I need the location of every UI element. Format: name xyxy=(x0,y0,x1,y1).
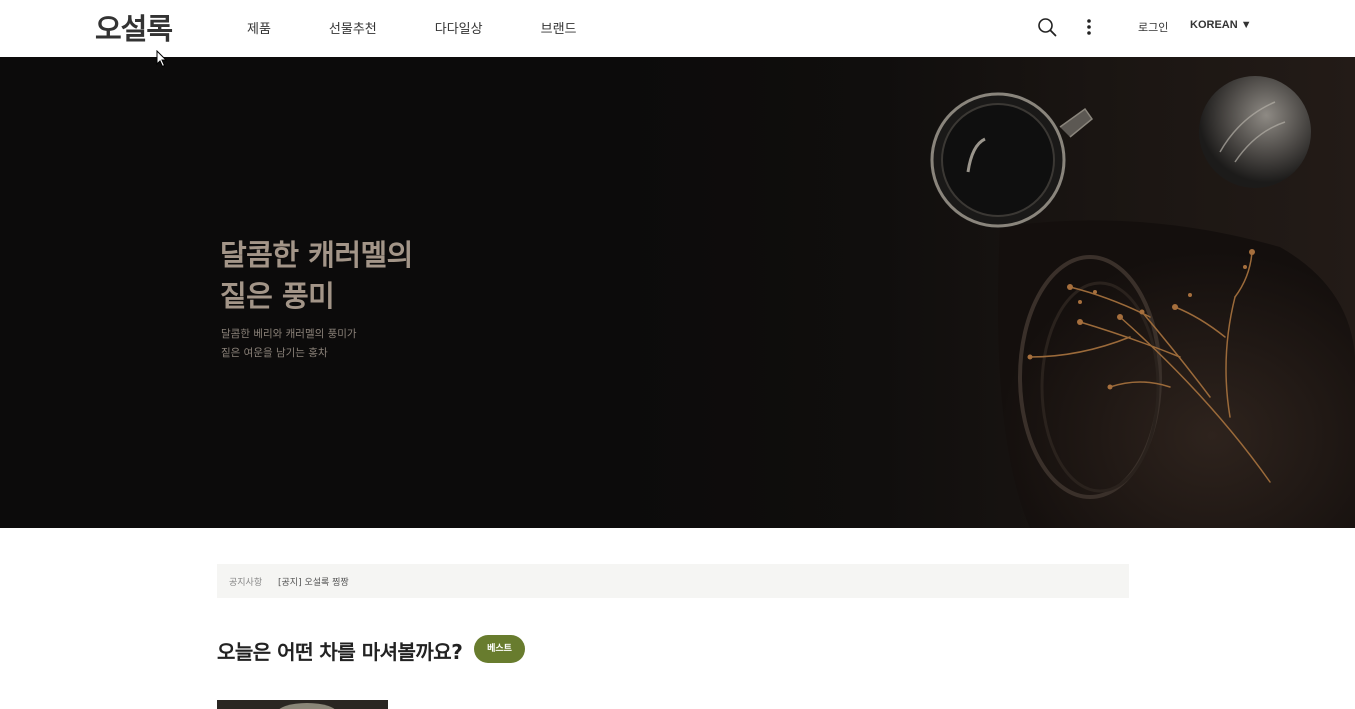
nav-item-products[interactable]: 제품 xyxy=(247,18,271,37)
tea-bowl-image xyxy=(277,703,337,709)
nav-item-gift-recommend[interactable]: 선물추천 xyxy=(329,18,377,37)
teacup-illustration xyxy=(930,76,1355,528)
hero-banner[interactable]: 달콤한 캐러멜의 짙은 풍미 달콤한 베리와 캐러멜의 풍미가 짙은 여운을 남… xyxy=(0,57,1355,528)
hero-title-line: 달콤한 캐러멜의 xyxy=(220,238,413,272)
hero-subtitle: 달콤한 베리와 캐러멜의 풍미가 짙은 여운을 남기는 홍차 xyxy=(221,325,357,363)
site-header: 오설록 제품 선물추천 다다일상 브랜드 로그인 KOREAN ▼ xyxy=(0,0,1355,57)
notice-link[interactable]: [공지] 오설록 찡짱 xyxy=(278,575,349,588)
language-label: KOREAN xyxy=(1190,19,1238,31)
hero-subtitle-line: 짙은 여운을 남기는 홍차 xyxy=(221,347,328,359)
main-nav: 제품 선물추천 다다일상 브랜드 xyxy=(247,18,635,37)
section-title: 오늘은 어떤 차를 마셔볼까요? xyxy=(217,640,463,664)
cursor-icon xyxy=(156,50,168,68)
login-link[interactable]: 로그인 xyxy=(1138,19,1168,35)
notice-bar: 공지사항 [공지] 오설록 찡짱 xyxy=(217,564,1129,598)
hero-subtitle-line: 달콤한 베리와 캐러멜의 풍미가 xyxy=(221,328,357,340)
nav-item-brand[interactable]: 브랜드 xyxy=(541,18,577,37)
best-badge[interactable]: 베스트 xyxy=(474,635,525,663)
language-selector[interactable]: KOREAN ▼ xyxy=(1190,19,1252,31)
product-thumbnail[interactable] xyxy=(217,700,388,709)
hero-title-line: 짙은 풍미 xyxy=(220,279,335,313)
search-icon[interactable] xyxy=(1037,17,1057,37)
brand-logo[interactable]: 오설록 xyxy=(95,6,173,48)
hero-title: 달콤한 캐러멜의 짙은 풍미 xyxy=(220,235,413,317)
more-vertical-icon[interactable] xyxy=(1083,17,1095,37)
notice-label: 공지사항 xyxy=(229,578,263,588)
nav-item-dada-daily[interactable]: 다다일상 xyxy=(435,18,483,37)
caret-down-icon: ▼ xyxy=(1240,19,1252,31)
